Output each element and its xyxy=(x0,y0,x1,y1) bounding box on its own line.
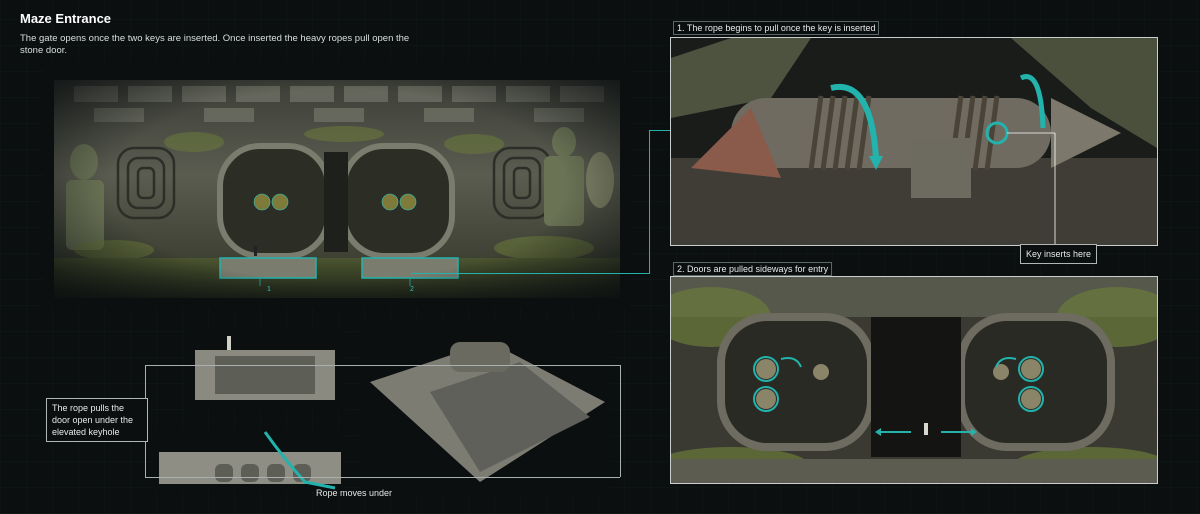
rope-moves-label: Rope moves under xyxy=(316,488,393,498)
doors-image xyxy=(670,276,1158,484)
marker-1: 1 xyxy=(267,286,271,293)
page-description: The gate opens once the two keys are ins… xyxy=(20,33,410,56)
side-view-image xyxy=(155,430,345,490)
rope-mechanism-image xyxy=(670,37,1158,246)
page-title: Maze Entrance xyxy=(20,11,112,26)
top-view-image xyxy=(185,330,345,410)
connector-line-top xyxy=(649,130,671,131)
rope-panel-label: 1. The rope begins to pull once the key … xyxy=(673,21,880,35)
main-scene-image: 1 2 xyxy=(44,62,630,308)
rope-pull-callout: The rope pulls the door open under the e… xyxy=(46,398,148,442)
marker-2: 2 xyxy=(410,286,414,293)
guide-line-right xyxy=(620,365,621,477)
key-callout: Key inserts here xyxy=(1020,244,1098,264)
perspective-view-image xyxy=(360,322,610,494)
connector-line-v xyxy=(649,130,650,274)
guide-line-bottom xyxy=(145,477,620,478)
connector-line-h xyxy=(411,273,649,274)
doors-panel-label: 2. Doors are pulled sideways for entry xyxy=(673,262,833,276)
guide-line-top xyxy=(145,365,620,366)
